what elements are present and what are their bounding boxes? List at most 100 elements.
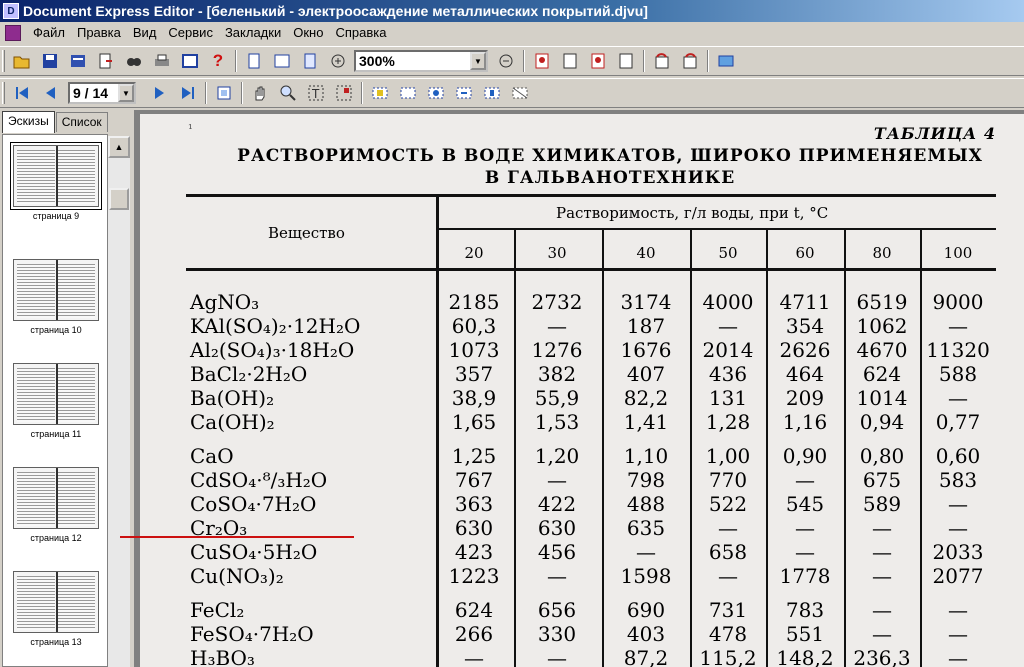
solubility-value: 423 [454,540,494,564]
zone-4-icon[interactable] [452,81,476,105]
solubility-value: 1778 [779,564,831,588]
temperature-header: 20 [464,244,484,262]
thumbnail-panel: Эскизы Список страница 9 страница 10 стр… [0,110,134,667]
export-icon[interactable] [94,49,118,73]
menu-help[interactable]: Справка [329,23,392,43]
menu-file[interactable]: Файл [27,23,71,43]
solubility-value: — [948,386,968,410]
solubility-value: — [718,564,738,588]
rotate-right-icon[interactable] [678,49,702,73]
solubility-value: 1014 [856,386,908,410]
tab-list[interactable]: Список [55,112,108,132]
solubility-value: 456 [537,540,577,564]
find-icon[interactable] [122,49,146,73]
fit-width-icon[interactable] [270,49,294,73]
toolbar-grip[interactable] [2,50,5,72]
chevron-down-icon[interactable]: ▼ [118,84,134,102]
solubility-value: 0,90 [782,444,828,468]
solubility-value: 209 [785,386,825,410]
solubility-value: 1073 [448,338,500,362]
menu-bookmarks[interactable]: Закладки [219,23,287,43]
scrollbar-thumb[interactable] [109,188,129,210]
title-bar[interactable]: D Document Express Editor - [беленький -… [0,0,1024,22]
zoom-select[interactable]: 300% ▼ [354,50,488,72]
thumbnail-page-10[interactable]: страница 10 [7,259,105,335]
fit-page-icon[interactable] [242,49,266,73]
tab-thumbnails[interactable]: Эскизы [2,111,55,133]
chevron-down-icon[interactable]: ▼ [470,52,486,70]
help-icon[interactable]: ? [206,49,230,73]
thumbnail-page-12[interactable]: страница 12 [7,467,105,543]
thumbnail-list[interactable]: страница 9 страница 10 страница 11 стран… [2,134,108,667]
scroll-up-icon[interactable]: ▲ [108,136,130,158]
solubility-value: 187 [626,314,666,338]
solubility-value: — [718,314,738,338]
solubility-value: 770 [708,468,748,492]
text-select-icon[interactable]: T [304,81,328,105]
region-select-icon[interactable] [332,81,356,105]
substance-name: CuSO₄·5H₂O [190,540,318,564]
hand-tool-icon[interactable] [248,81,272,105]
page-view-icon[interactable] [212,81,236,105]
zoom-in-icon[interactable] [326,49,350,73]
solubility-value: 658 [708,540,748,564]
red-annotation-line [120,536,354,538]
solubility-value: 1223 [448,564,500,588]
scan-icon[interactable] [66,49,90,73]
solubility-value: — [464,646,484,667]
toolbar-grip[interactable] [2,82,5,104]
open-icon[interactable] [10,49,34,73]
solubility-value: 55,9 [534,386,580,410]
menu-tools[interactable]: Сервис [162,23,219,43]
document-view[interactable]: ¹ ТАБЛИЦА 4 РАСТВОРИМОСТЬ В ВОДЕ ХИМИКАТ… [134,110,1024,667]
toolbar-separator [523,50,525,72]
zoom-out-icon[interactable] [494,49,518,73]
zone-6-icon[interactable] [508,81,532,105]
solubility-value: 0,80 [859,444,905,468]
toolbar-separator [361,82,363,104]
prev-page-icon[interactable] [38,81,62,105]
solubility-value: — [948,516,968,540]
solubility-value: 403 [626,622,666,646]
solubility-value: 4000 [702,290,754,314]
save-icon[interactable] [38,49,62,73]
view-layer-3-icon[interactable] [586,49,610,73]
next-page-icon[interactable] [148,81,172,105]
layout-icon[interactable] [714,49,738,73]
table-row: CdSO₄·⁸/₃H₂O 767 — 798 770 — 675 583 [140,468,1024,492]
properties-icon[interactable] [178,49,202,73]
document-icon[interactable] [5,25,21,41]
menu-view[interactable]: Вид [127,23,163,43]
last-page-icon[interactable] [176,81,200,105]
zone-5-icon[interactable] [480,81,504,105]
app-icon[interactable]: D [3,3,19,19]
print-icon[interactable] [150,49,174,73]
solubility-value: 798 [626,468,666,492]
thumbnail-scrollbar[interactable]: ▲ [108,136,130,667]
zone-3-icon[interactable] [424,81,448,105]
zone-2-icon[interactable] [396,81,420,105]
panel-tabs: Эскизы Список [2,111,109,134]
thumbnail-image [13,467,99,529]
page-select[interactable]: 9 / 14 ▼ [68,82,136,104]
solubility-value: 464 [785,362,825,386]
thumbnail-page-9[interactable]: страница 9 [7,142,105,221]
solubility-value: — [547,646,567,667]
view-layer-2-icon[interactable] [558,49,582,73]
magnifier-tool-icon[interactable] [276,81,300,105]
thumbnail-page-13[interactable]: страница 13 [7,571,105,647]
first-page-icon[interactable] [10,81,34,105]
solubility-value: 1,20 [534,444,580,468]
view-layer-4-icon[interactable] [614,49,638,73]
menu-edit[interactable]: Правка [71,23,127,43]
view-layer-1-icon[interactable] [530,49,554,73]
table-row: Ba(OH)₂ 38,9 55,9 82,2 131 209 1014 — [140,386,1024,410]
table-row: BaCl₂·2H₂O 357 382 407 436 464 624 588 [140,362,1024,386]
thumbnail-caption: страница 12 [30,533,82,543]
menu-window[interactable]: Окно [287,23,329,43]
rotate-left-icon[interactable] [650,49,674,73]
actual-size-icon[interactable] [298,49,322,73]
thumbnail-page-11[interactable]: страница 11 [7,363,105,439]
zone-1-icon[interactable] [368,81,392,105]
solubility-value: 357 [454,362,494,386]
